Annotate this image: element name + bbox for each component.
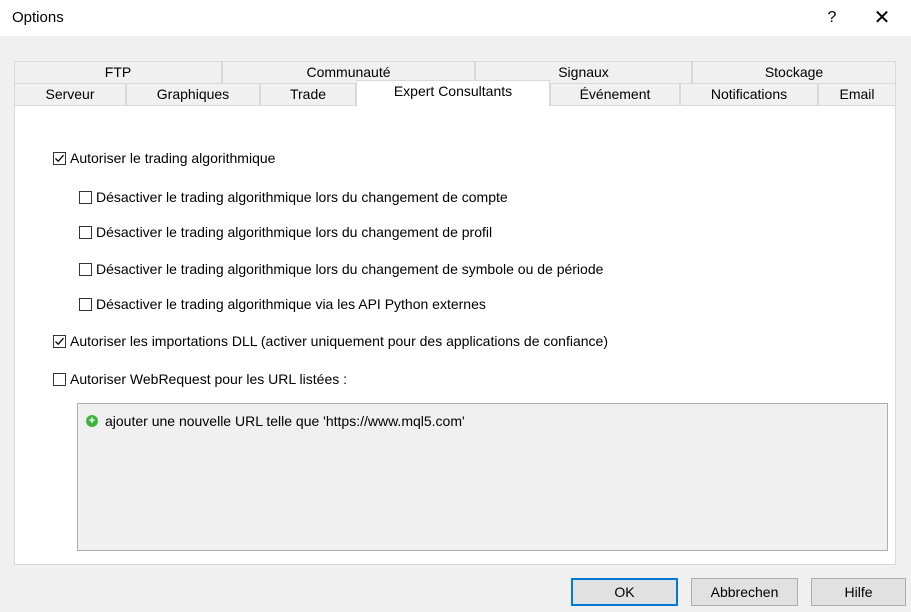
tab-email[interactable]: Email — [818, 83, 896, 105]
window-title: Options — [12, 9, 64, 26]
add-url-label: ajouter une nouvelle URL telle que 'http… — [105, 413, 465, 429]
cancel-button[interactable]: Abbrechen — [691, 578, 798, 606]
allow-dll-imports-option[interactable]: Autoriser les importations DLL (activer … — [53, 331, 608, 351]
disable-on-account-change-label: Désactiver le trading algorithmique lors… — [96, 189, 508, 205]
add-icon: + — [86, 415, 98, 427]
tab-notifications[interactable]: Notifications — [680, 83, 818, 105]
title-bar: Options ? ✕ — [0, 0, 911, 36]
webrequest-url-list[interactable]: + ajouter une nouvelle URL telle que 'ht… — [77, 403, 888, 551]
disable-on-profile-change-checkbox[interactable] — [79, 225, 92, 239]
tab-trade[interactable]: Trade — [260, 83, 356, 105]
allow-webrequest-checkbox[interactable] — [53, 372, 66, 386]
allow-algo-trading-checkbox[interactable] — [53, 151, 66, 165]
disable-on-account-change-option[interactable]: Désactiver le trading algorithmique lors… — [79, 187, 508, 207]
disable-python-api-option[interactable]: Désactiver le trading algorithmique via … — [79, 294, 486, 314]
disable-on-profile-change-option[interactable]: Désactiver le trading algorithmique lors… — [79, 222, 492, 242]
tab-graphiques[interactable]: Graphiques — [126, 83, 260, 105]
ok-button[interactable]: OK — [571, 578, 678, 606]
allow-algo-trading-option[interactable]: Autoriser le trading algorithmique — [53, 148, 275, 168]
allow-algo-trading-label: Autoriser le trading algorithmique — [70, 150, 276, 166]
checkmark-icon — [55, 154, 64, 162]
allow-webrequest-option[interactable]: Autoriser WebRequest pour les URL listée… — [53, 369, 347, 389]
allow-dll-imports-label: Autoriser les importations DLL (activer … — [70, 333, 608, 349]
close-icon[interactable]: ✕ — [862, 4, 902, 32]
tab-ftp[interactable]: FTP — [14, 61, 222, 83]
checkmark-icon — [55, 337, 64, 345]
disable-on-symbol-change-option[interactable]: Désactiver le trading algorithmique lors… — [79, 259, 603, 279]
disable-on-symbol-change-label: Désactiver le trading algorithmique lors… — [96, 261, 604, 277]
tab-serveur[interactable]: Serveur — [14, 83, 126, 105]
allow-webrequest-label: Autoriser WebRequest pour les URL listée… — [70, 371, 348, 387]
allow-dll-imports-checkbox[interactable] — [53, 334, 66, 348]
disable-python-api-checkbox[interactable] — [79, 297, 92, 311]
tab-stockage[interactable]: Stockage — [692, 61, 896, 83]
tab-expert-consultants[interactable]: Expert Consultants — [356, 80, 550, 106]
disable-python-api-label: Désactiver le trading algorithmique via … — [96, 296, 486, 312]
tab-evenement[interactable]: Événement — [550, 83, 680, 105]
disable-on-account-change-checkbox[interactable] — [79, 190, 92, 204]
disable-on-profile-change-label: Désactiver le trading algorithmique lors… — [96, 224, 493, 240]
expert-consultants-panel: Autoriser le trading algorithmique Désac… — [14, 105, 896, 565]
add-url-item[interactable]: + ajouter une nouvelle URL telle que 'ht… — [86, 413, 465, 429]
disable-on-symbol-change-checkbox[interactable] — [79, 262, 92, 276]
help-icon[interactable]: ? — [818, 4, 846, 32]
help-button[interactable]: Hilfe — [811, 578, 906, 606]
